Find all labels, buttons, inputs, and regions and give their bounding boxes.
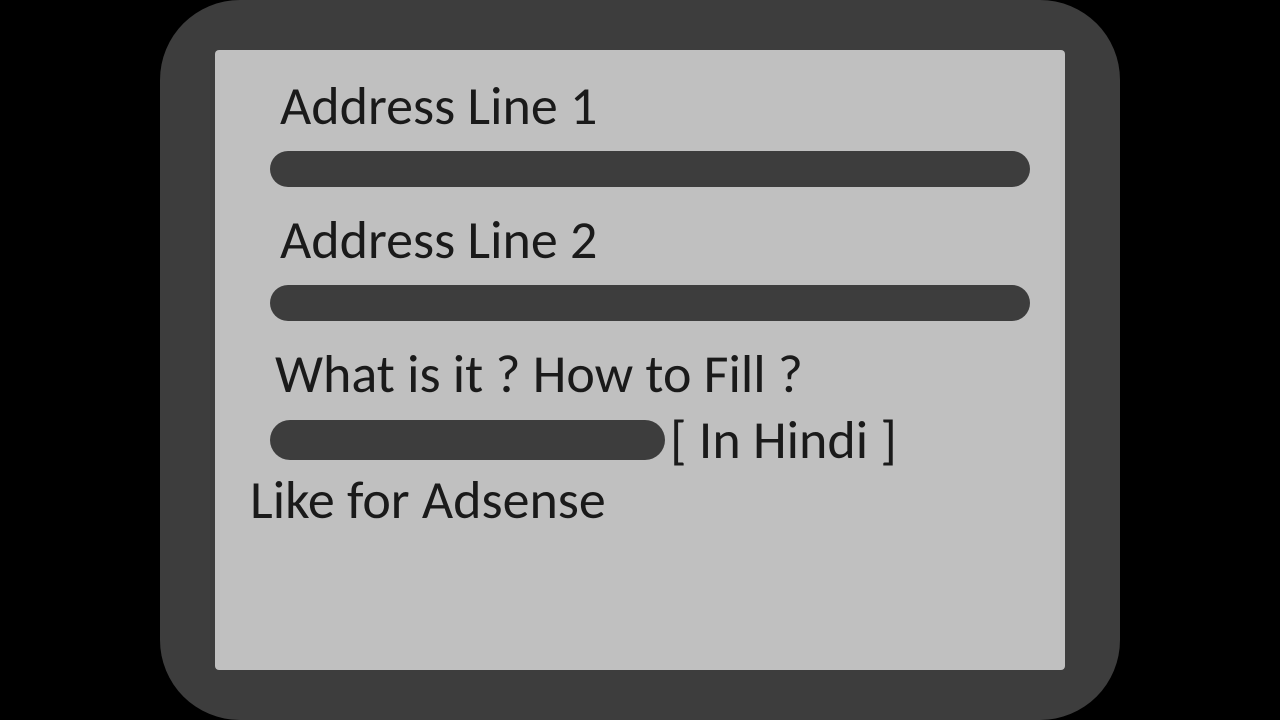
short-row: [ In Hindi ] [270, 413, 1035, 467]
address-line-2-bar [270, 285, 1030, 321]
address-line-1-label: Address Line 1 [280, 75, 1035, 137]
question-text: What is it ? How to Fill ? [275, 343, 1035, 405]
content-panel: Address Line 1 Address Line 2 What is it… [215, 50, 1065, 670]
short-bar [270, 420, 665, 460]
address-line-2-label: Address Line 2 [280, 209, 1035, 271]
footer-text: Like for Adsense [250, 469, 1035, 531]
in-hindi-text: [ In Hindi ] [670, 413, 897, 467]
address-line-1-bar [270, 151, 1030, 187]
outer-frame: Address Line 1 Address Line 2 What is it… [160, 0, 1120, 720]
